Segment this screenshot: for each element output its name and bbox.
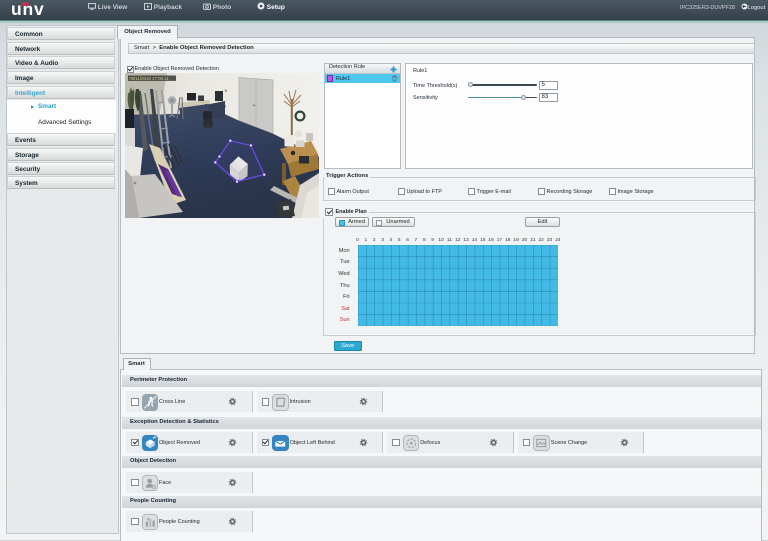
svg-text:09/11/2018 17:06:11: 09/11/2018 17:06:11 [129, 76, 169, 81]
